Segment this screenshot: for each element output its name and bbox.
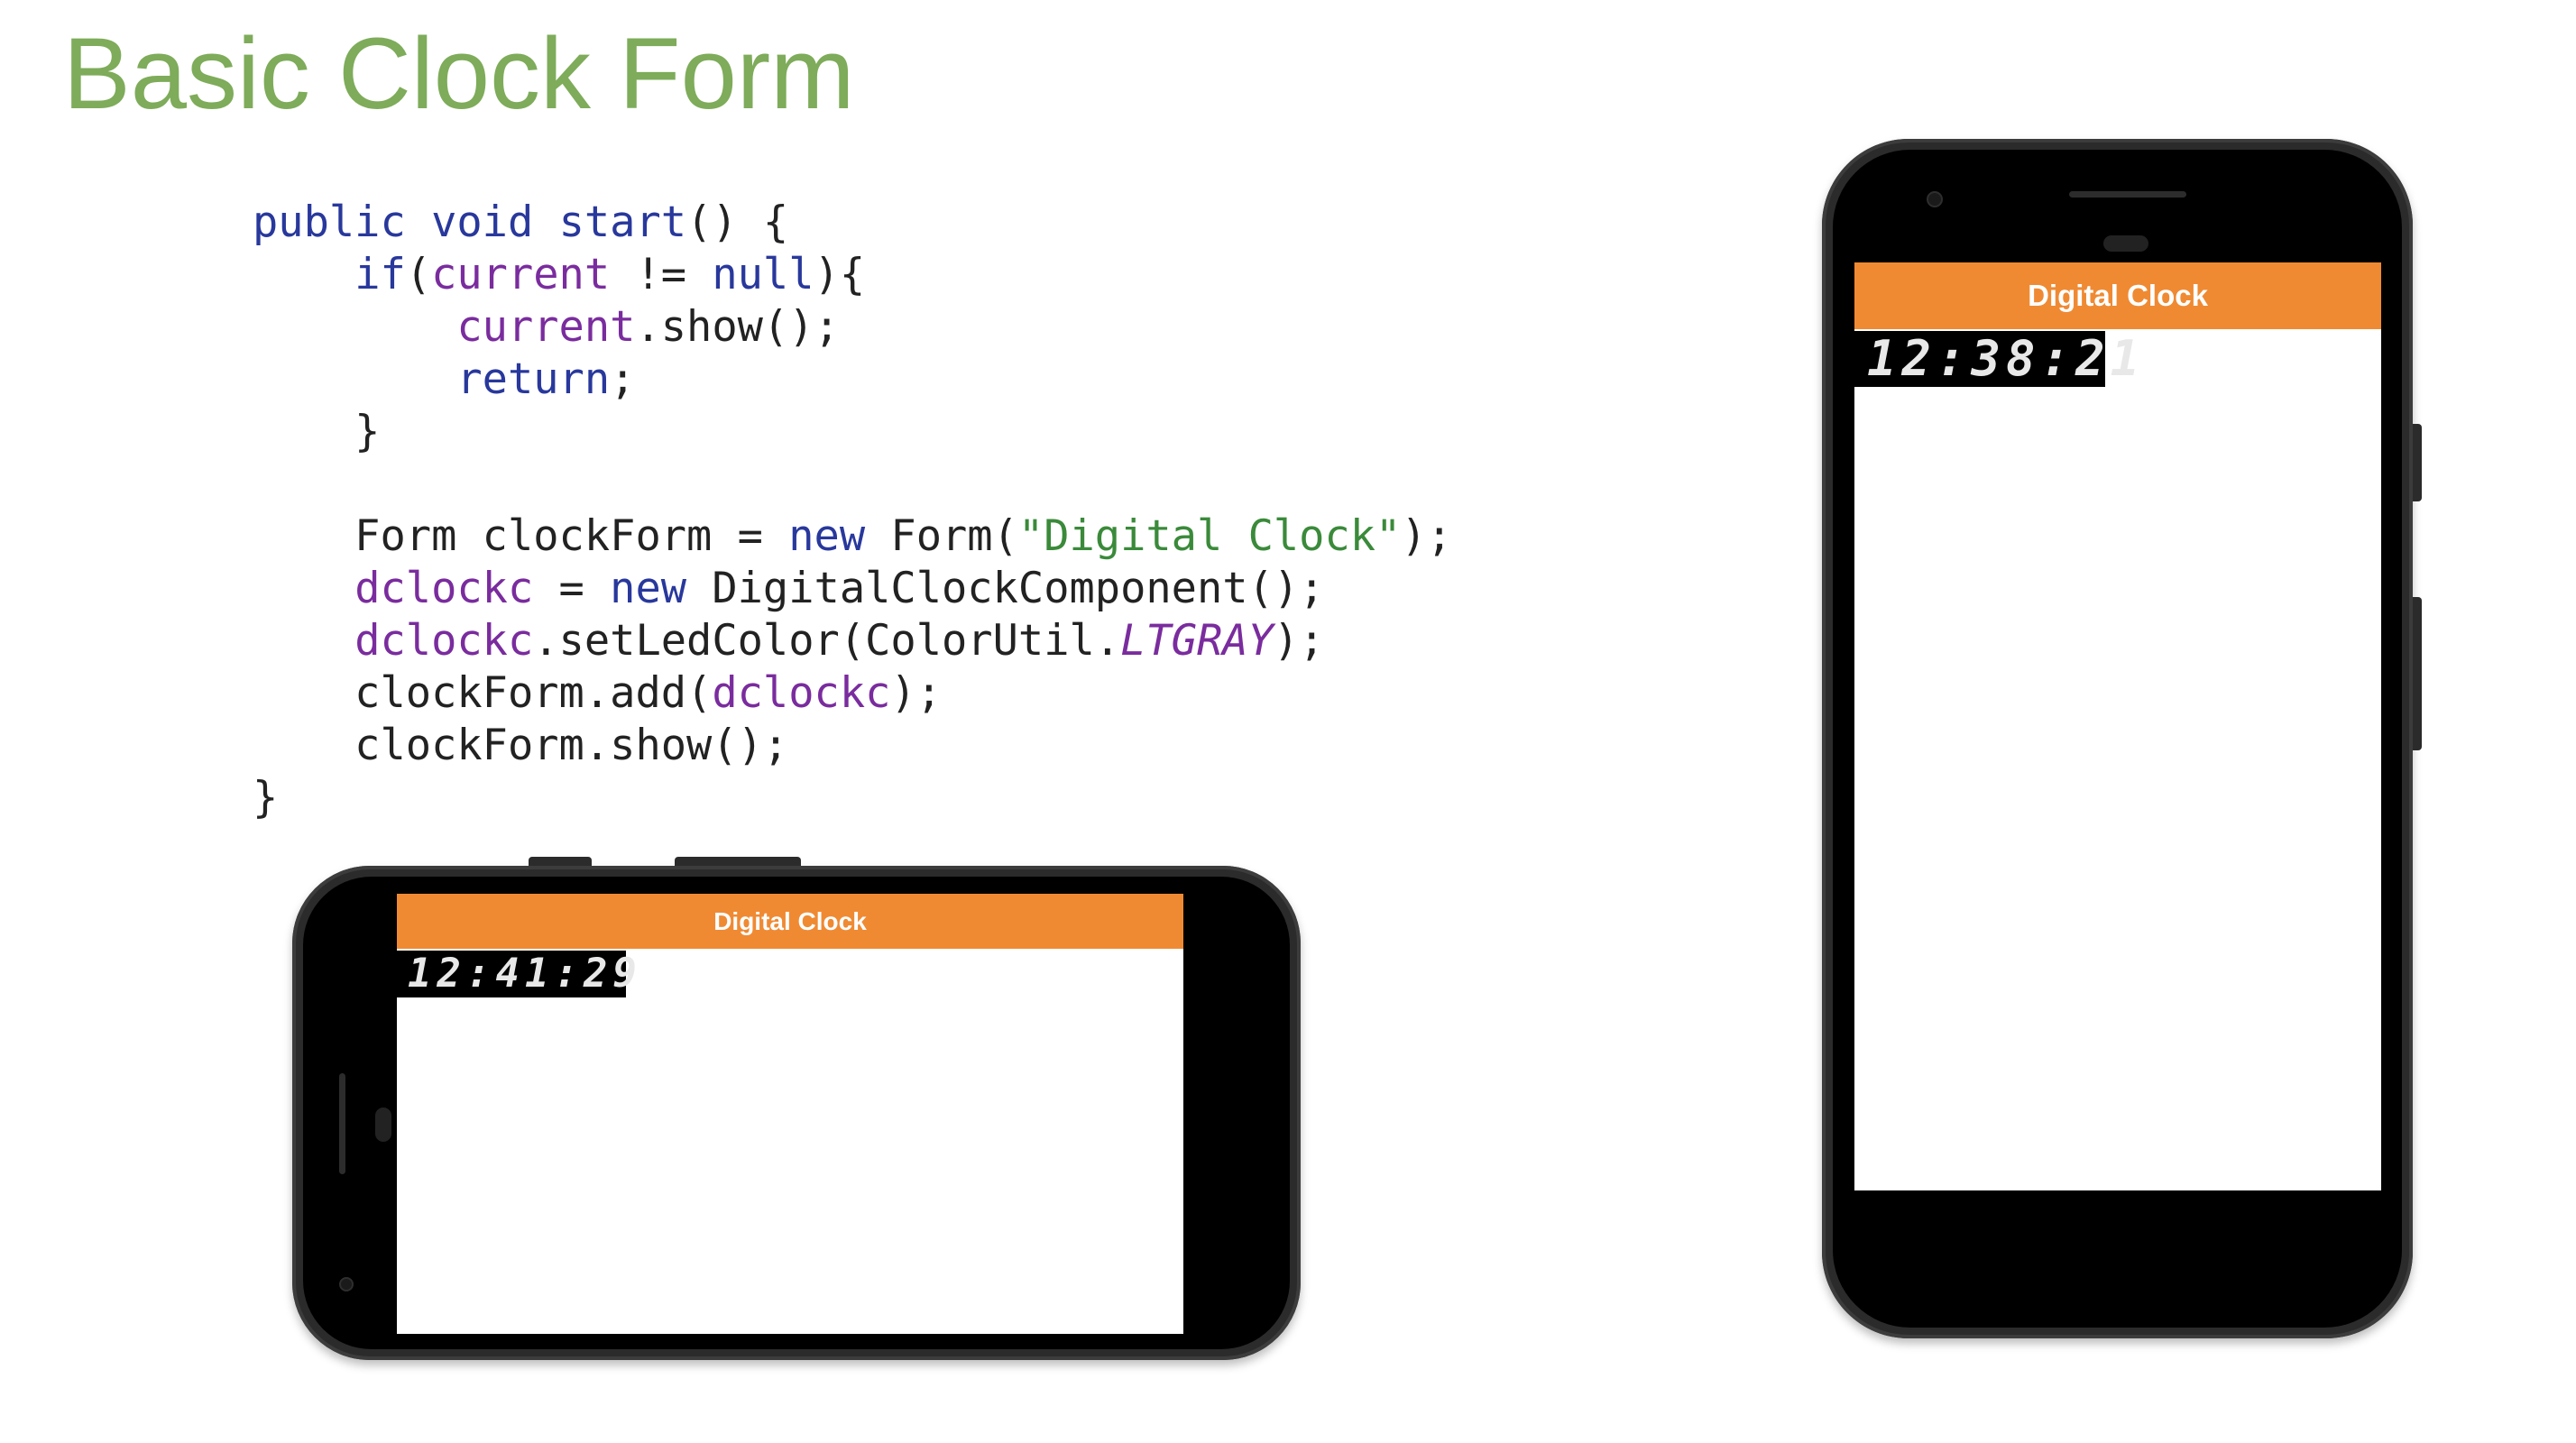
phone-screen: Digital Clock 12:41:29 [397, 894, 1183, 1334]
code-token: public [253, 198, 406, 247]
code-line: } [253, 772, 278, 824]
code-token: ; [610, 354, 636, 404]
code-token: dclockc [712, 668, 891, 718]
phone-landscape-mockup: Digital Clock 12:41:29 [292, 857, 1301, 1360]
front-camera-icon [1927, 191, 1943, 207]
form-title-bar: Digital Clock [1854, 262, 2381, 329]
code-token: = [533, 564, 611, 613]
code-token: Form( [865, 511, 1018, 561]
phone-screen: Digital Clock 12:38:21 [1854, 262, 2381, 1190]
code-token: clockForm.show(); [253, 721, 789, 770]
code-token: ); [1401, 511, 1452, 561]
power-button [2413, 424, 2422, 501]
power-button [529, 857, 592, 866]
slide-title: Basic Clock Form [63, 17, 855, 130]
code-token: DigitalClockComponent(); [686, 564, 1325, 613]
phone-portrait-mockup: Digital Clock 12:38:21 [1822, 139, 2422, 1338]
code-token: current [456, 302, 636, 352]
code-token: ){ [814, 250, 866, 299]
code-token: } [253, 773, 279, 823]
code-line: public void start() { [253, 197, 788, 249]
digital-clock-display: 12:38:21 [1854, 331, 2139, 387]
volume-button [2413, 597, 2422, 750]
code-token: } [253, 407, 381, 456]
code-token: new [788, 511, 866, 561]
code-line: dclockc.setLedColor(ColorUtil.LTGRAY); [253, 615, 1324, 667]
code-token: void [431, 198, 534, 247]
code-token: ); [1273, 616, 1325, 666]
earpiece-sensor [2103, 235, 2148, 252]
code-token: LTGRAY [1120, 616, 1274, 666]
code-token: clockForm.add( [253, 668, 713, 718]
speaker-grille [339, 1073, 345, 1174]
code-line: if(current != null){ [253, 249, 865, 301]
code-token: Form clockForm = [253, 511, 789, 561]
front-camera-icon [339, 1277, 354, 1291]
code-token: ); [890, 668, 943, 718]
code-token: return [456, 354, 611, 404]
code-line: current.show(); [253, 301, 840, 354]
code-token: new [610, 564, 687, 613]
code-token: null [712, 250, 814, 299]
code-token: dclockc [354, 564, 534, 613]
code-token: if [354, 250, 406, 299]
code-line: dclockc = new DigitalClockComponent(); [253, 563, 1324, 615]
code-line: clockForm.add(dclockc); [253, 667, 942, 720]
code-token: .setLedColor(ColorUtil. [533, 616, 1121, 666]
code-token: dclockc [354, 616, 534, 666]
code-token: ( [405, 250, 432, 299]
code-token: start [558, 198, 687, 247]
speaker-grille [2069, 191, 2186, 198]
code-line: clockForm.show(); [253, 720, 788, 772]
code-token: current [431, 250, 611, 299]
earpiece-sensor [375, 1108, 391, 1142]
form-title-bar: Digital Clock [397, 894, 1183, 949]
code-token: "Digital Clock" [1017, 511, 1402, 561]
code-line: return; [253, 354, 635, 406]
code-line: Form clockForm = new Form("Digital Clock… [253, 510, 1452, 563]
code-token: != [610, 250, 713, 299]
code-token: () { [686, 198, 789, 247]
volume-button [675, 857, 801, 866]
code-token: .show(); [635, 302, 840, 352]
code-line: } [253, 406, 380, 458]
digital-clock-display: 12:41:29 [397, 951, 637, 997]
